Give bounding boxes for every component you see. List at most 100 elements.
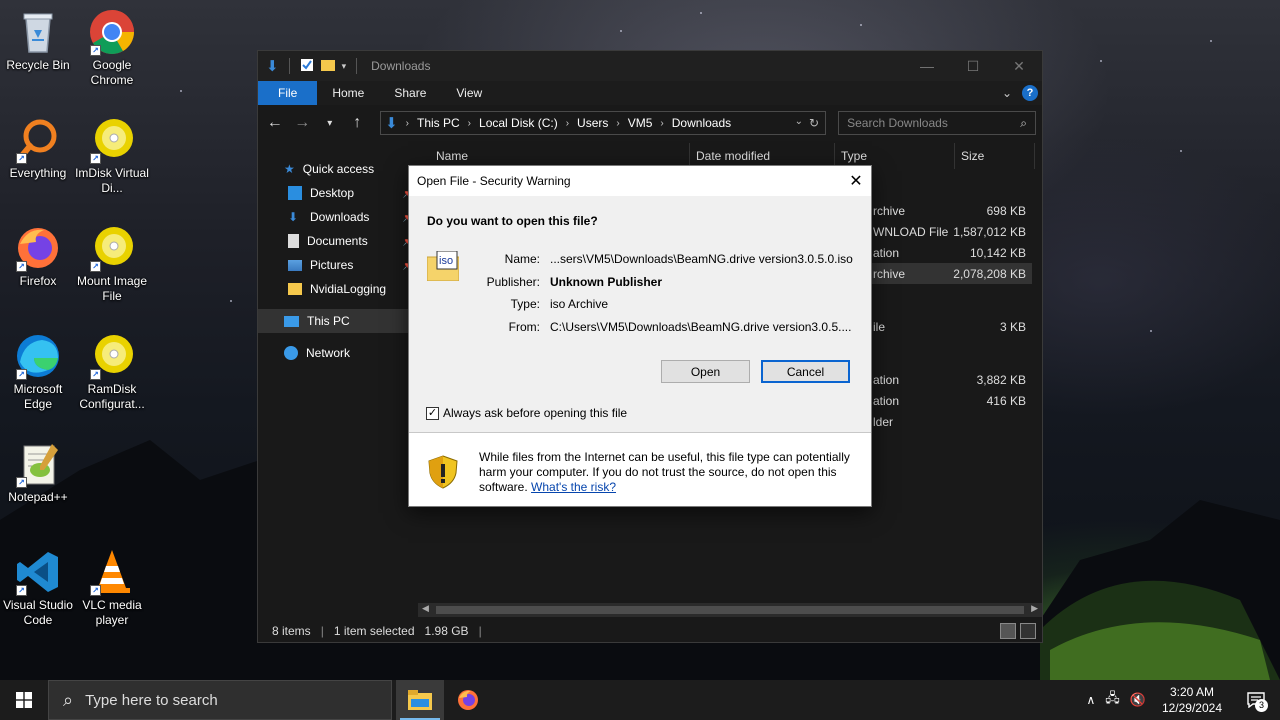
start-button[interactable]	[0, 680, 48, 720]
desktop-icon-label: Recycle Bin	[6, 58, 70, 72]
address-dropdown-icon[interactable]: ⌄	[795, 116, 803, 130]
nav-quick-access[interactable]: ★ Quick access	[258, 157, 418, 181]
tab-home[interactable]: Home	[317, 81, 379, 105]
file-type: rchive	[873, 267, 906, 281]
publisher-label: Publisher:	[486, 275, 540, 289]
new-folder-icon[interactable]	[320, 58, 336, 75]
file-size: 2,078,208 KB	[953, 267, 1026, 281]
nav-this-pc[interactable]: This PC	[258, 309, 418, 333]
open-button[interactable]: Open	[661, 360, 750, 383]
desktop-icon-edge[interactable]: ↗ Microsoft Edge	[0, 332, 76, 412]
nav-label: Network	[306, 346, 351, 360]
taskbar-firefox[interactable]	[444, 680, 492, 720]
status-bar: 8 items | 1 item selected 1.98 GB |	[258, 619, 1042, 643]
volume-muted-icon[interactable]: 🔇	[1130, 692, 1146, 708]
back-button[interactable]: ←	[264, 114, 286, 132]
desktop-icon-chrome[interactable]: ↗ Google Chrome	[74, 8, 150, 88]
dialog-title: Open File - Security Warning	[417, 174, 571, 188]
properties-icon[interactable]	[300, 58, 314, 75]
always-ask-checkbox-row[interactable]: ✓ Always ask before opening this file	[426, 406, 627, 420]
nav-network[interactable]: Network	[258, 341, 418, 365]
ramdisk-icon: ↗	[88, 332, 136, 380]
desktop-icon-recycle-bin[interactable]: Recycle Bin	[0, 8, 76, 73]
breadcrumb-users[interactable]: Users	[577, 116, 608, 130]
cancel-button[interactable]: Cancel	[761, 360, 850, 383]
dialog-close-button[interactable]: ✕	[841, 166, 871, 196]
horizontal-scrollbar[interactable]: ◀ ▶	[418, 603, 1042, 617]
window-controls: — ☐ ✕	[904, 51, 1042, 81]
column-size[interactable]: Size	[955, 143, 1035, 169]
type-value: iso Archive	[550, 297, 609, 311]
breadcrumb-this-pc[interactable]: This PC	[417, 116, 460, 130]
nav-label: Documents	[307, 234, 368, 248]
address-bar[interactable]: ⬇ › This PC › Local Disk (C:) › Users › …	[380, 111, 827, 135]
recent-locations-icon[interactable]: ▾	[319, 118, 341, 129]
minimize-button[interactable]: —	[904, 51, 950, 81]
scrollbar-thumb[interactable]	[436, 606, 1024, 614]
maximize-button[interactable]: ☐	[950, 51, 996, 81]
taskbar-file-explorer[interactable]	[396, 680, 444, 720]
desktop-icon-vlc[interactable]: ↗ VLC media player	[74, 548, 150, 628]
desktop-icon-label: Firefox	[19, 274, 57, 288]
desktop-icon-vscode[interactable]: ↗ Visual Studio Code	[0, 548, 76, 628]
file-size: 416 KB	[986, 394, 1026, 408]
desktop-icon-label: Visual Studio Code	[3, 598, 73, 627]
up-button[interactable]: ↑	[347, 114, 369, 132]
help-icon[interactable]: ?	[1022, 85, 1038, 101]
breadcrumb-vm5[interactable]: VM5	[628, 116, 653, 130]
whats-the-risk-link[interactable]: What's the risk?	[531, 480, 616, 494]
forward-button[interactable]: →	[292, 114, 314, 132]
desktop-icon-imdisk[interactable]: ↗ ImDisk Virtual Di...	[74, 116, 150, 196]
large-icons-view-button[interactable]	[1020, 623, 1036, 639]
explorer-titlebar[interactable]: ⬇ ▾ Downloads — ☐ ✕	[258, 51, 1042, 81]
warning-shield-icon	[427, 455, 459, 489]
taskbar-search-input[interactable]: ⌕ Type here to search	[48, 680, 392, 720]
always-ask-checkbox[interactable]: ✓	[426, 406, 439, 420]
everything-icon: ↗	[14, 116, 62, 164]
tab-view[interactable]: View	[441, 81, 497, 105]
refresh-icon[interactable]: ↻	[809, 116, 819, 130]
nav-documents[interactable]: Documents 📌	[258, 229, 418, 253]
dialog-titlebar[interactable]: Open File - Security Warning ✕	[409, 166, 871, 196]
dialog-question: Do you want to open this file?	[427, 214, 598, 228]
desktop-icon-mount-image[interactable]: ↗ Mount Image File	[74, 224, 150, 304]
downloads-folder-icon: ⬇	[288, 210, 299, 224]
scroll-left-icon[interactable]: ◀	[422, 603, 429, 614]
desktop-icon-ramdisk[interactable]: ↗ RamDisk Configurat...	[74, 332, 150, 412]
security-warning-dialog[interactable]: Open File - Security Warning ✕ Do you wa…	[408, 165, 872, 507]
desktop-icon-everything[interactable]: ↗ Everything	[0, 116, 76, 181]
nav-downloads[interactable]: ⬇ Downloads 📌	[258, 205, 418, 229]
clock[interactable]: 3:20 AM 12/29/2024	[1156, 684, 1228, 716]
nav-desktop[interactable]: Desktop 📌	[258, 181, 418, 205]
qat-dropdown-icon[interactable]: ▾	[342, 61, 347, 72]
search-input[interactable]: Search Downloads ⌕	[838, 111, 1037, 135]
notepadpp-icon: ↗	[14, 440, 62, 488]
scroll-right-icon[interactable]: ▶	[1031, 603, 1038, 614]
close-button[interactable]: ✕	[996, 51, 1042, 81]
desktop-icon-notepadpp[interactable]: ↗ Notepad++	[0, 440, 76, 505]
tab-share[interactable]: Share	[379, 81, 441, 105]
show-hidden-icons-icon[interactable]: ∧	[1086, 693, 1095, 707]
chrome-icon: ↗	[88, 8, 136, 56]
system-tray: ∧ 🖧 🔇 3:20 AM 12/29/2024 3	[1086, 680, 1280, 720]
desktop-icon-firefox[interactable]: ↗ Firefox	[0, 224, 76, 289]
breadcrumb-local-disk[interactable]: Local Disk (C:)	[479, 116, 558, 130]
expand-ribbon-icon[interactable]: ⌄	[1002, 86, 1012, 100]
computer-icon	[284, 315, 299, 327]
download-arrow-icon[interactable]: ⬇	[266, 57, 279, 75]
selection-info: 1 item selected	[333, 624, 415, 638]
details-view-button[interactable]	[1000, 623, 1016, 639]
desktop-icon-label: Mount Image File	[76, 274, 148, 303]
notification-center-button[interactable]: 3	[1238, 680, 1274, 720]
star-icon: ★	[284, 162, 295, 176]
network-status-icon[interactable]: 🖧	[1105, 689, 1120, 711]
tab-file[interactable]: File	[258, 81, 318, 105]
edge-icon: ↗	[14, 332, 62, 380]
nav-nvidialogging[interactable]: NvidiaLogging	[258, 277, 418, 301]
type-label: Type:	[510, 297, 540, 311]
breadcrumb-downloads[interactable]: Downloads	[672, 116, 731, 130]
always-ask-label[interactable]: Always ask before opening this file	[443, 406, 627, 420]
nav-pictures[interactable]: Pictures 📌	[258, 253, 418, 277]
from-value: C:\Users\VM5\Downloads\BeamNG.drive vers…	[550, 320, 852, 334]
firefox-icon	[458, 690, 478, 710]
